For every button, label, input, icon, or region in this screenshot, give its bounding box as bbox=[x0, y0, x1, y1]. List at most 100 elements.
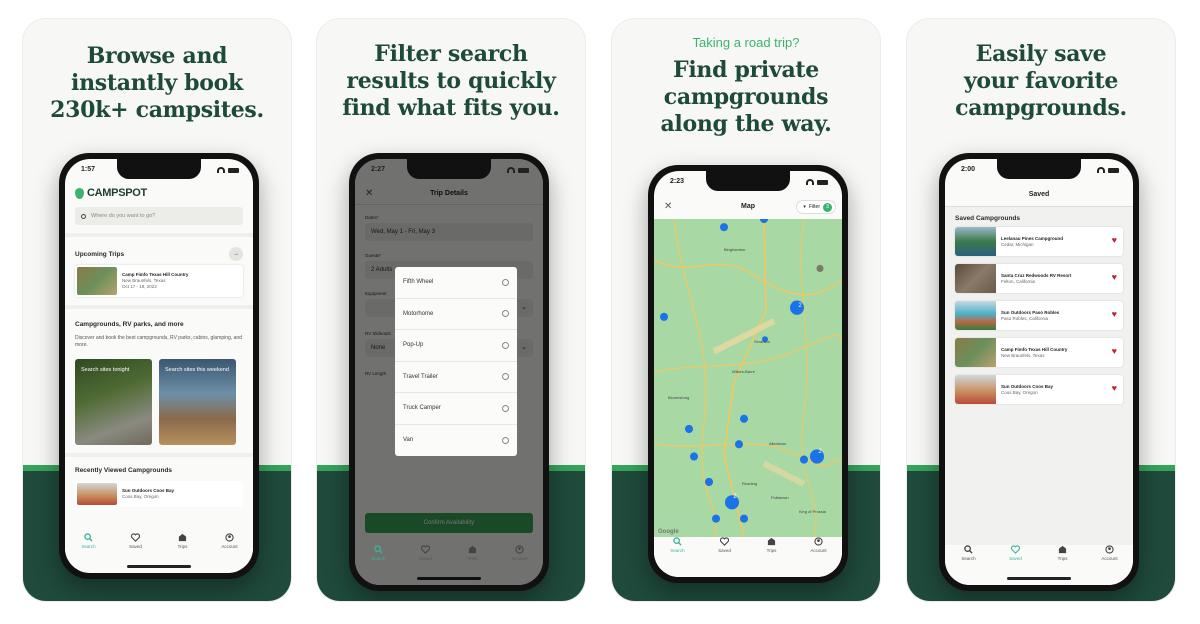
phone-screen: 2:27 ✕ Trip Details Dates* Wed, May 1 - … bbox=[355, 159, 543, 585]
screen-title: Map bbox=[741, 203, 755, 210]
map-label: Bloomsburg bbox=[668, 395, 690, 400]
search-icon bbox=[374, 545, 383, 554]
headline-line: instantly book bbox=[71, 70, 243, 96]
map-view[interactable]: 2 2 2 Binghamton Scranton Wilkes-Barre B… bbox=[654, 219, 842, 537]
status-time: 2:00 bbox=[961, 166, 976, 173]
screenshot-card-browse: Browse and instantly book 230k+ campsite… bbox=[22, 18, 292, 602]
tent-icon bbox=[1058, 545, 1067, 554]
account-icon bbox=[515, 545, 524, 554]
tab-saved[interactable]: Saved bbox=[406, 545, 446, 571]
tab-search[interactable]: Search bbox=[69, 533, 109, 559]
option-van[interactable]: Van bbox=[395, 425, 517, 457]
section-description: Discover and book the best campgrounds, … bbox=[75, 335, 242, 348]
tab-account[interactable]: Account bbox=[1090, 545, 1130, 571]
search-icon bbox=[84, 533, 93, 542]
tab-label: Trips bbox=[766, 548, 777, 553]
tab-label: Trips bbox=[467, 556, 478, 561]
screenshot-card-map: Taking a road trip? Find private campgro… bbox=[611, 18, 881, 602]
recently-viewed-title: Recently Viewed Campgrounds bbox=[75, 467, 173, 474]
saved-campground-card[interactable]: Camp Fimfo Texas Hill Country New Braunfe… bbox=[955, 338, 1123, 367]
heart-filled-icon[interactable]: ♥ bbox=[1112, 273, 1117, 282]
tab-trips[interactable]: Trips bbox=[453, 545, 493, 571]
heart-filled-icon[interactable]: ♥ bbox=[1112, 347, 1117, 356]
saved-section-title: Saved Campgrounds bbox=[955, 215, 1021, 222]
phone-mockup: 1:57 CAMPSPOT Where do you want to go? U… bbox=[59, 153, 259, 579]
saved-campground-card[interactable]: Sun Outdoors Paso Robles Paso Robles, Cal… bbox=[955, 301, 1123, 330]
option-fifth-wheel[interactable]: Fifth Wheel bbox=[395, 267, 517, 299]
map-label: Scranton bbox=[754, 339, 771, 344]
status-time: 1:57 bbox=[81, 166, 96, 173]
tab-saved[interactable]: Saved bbox=[705, 537, 745, 563]
headline-line: Browse and bbox=[86, 43, 228, 69]
tab-label: Account bbox=[511, 556, 528, 561]
tab-saved[interactable]: Saved bbox=[996, 545, 1036, 571]
search-icon bbox=[964, 545, 973, 554]
saved-campground-card[interactable]: Santa Cruz Redwoods RV Resort Felton, Cal… bbox=[955, 264, 1123, 293]
tab-search[interactable]: Search bbox=[949, 545, 989, 571]
upcoming-trip-card[interactable]: Camp Fimfo Texas Hill Country New Braunf… bbox=[75, 265, 243, 297]
promo-search-tonight[interactable]: Search sites tonight bbox=[75, 359, 152, 445]
headline: Browse and instantly book 230k+ campsite… bbox=[23, 43, 291, 124]
headline-line: Easily save bbox=[975, 41, 1107, 67]
option-motorhome[interactable]: Motorhome bbox=[395, 299, 517, 330]
battery-icon bbox=[228, 167, 239, 173]
option-pop-up[interactable]: Pop-Up bbox=[395, 330, 517, 362]
filter-button[interactable]: ▾ Filter 3 bbox=[796, 200, 836, 214]
search-icon bbox=[673, 537, 682, 546]
map-label: Binghamton bbox=[724, 247, 746, 252]
saved-campground-card[interactable]: Leelanau Pines Campground Cedar, Michigan… bbox=[955, 227, 1123, 256]
tab-label: Account bbox=[1101, 556, 1118, 561]
promo-label: Search sites tonight bbox=[81, 367, 130, 373]
tent-icon bbox=[468, 545, 477, 554]
option-label: Pop-Up bbox=[403, 342, 424, 349]
radio-icon bbox=[502, 278, 509, 286]
map-label: Allentown bbox=[769, 441, 787, 446]
upcoming-trips-arrow-button[interactable]: → bbox=[229, 247, 243, 261]
promo-label: Search sites this weekend bbox=[165, 367, 229, 373]
battery-icon bbox=[1108, 167, 1119, 173]
campground-thumbnail bbox=[955, 227, 996, 256]
screen-title: Saved bbox=[945, 183, 1133, 207]
battery-icon bbox=[518, 167, 529, 173]
trip-dates: Oct 17 - 19, 2023 bbox=[122, 284, 157, 289]
cluster-count[interactable]: 2 bbox=[816, 449, 824, 455]
trip-location: New Braunfels, Texas bbox=[122, 278, 166, 283]
heart-filled-icon[interactable]: ♥ bbox=[1112, 384, 1117, 393]
campground-thumbnail bbox=[955, 338, 996, 367]
heart-filled-icon[interactable]: ♥ bbox=[1112, 236, 1117, 245]
tab-label: Saved bbox=[419, 556, 432, 561]
tab-account[interactable]: Account bbox=[500, 545, 540, 571]
recent-campground-card[interactable]: Sun Outdoors Coos Bay Coos Bay, Oregon bbox=[75, 481, 243, 507]
campground-location: Cedar, Michigan bbox=[1001, 241, 1034, 247]
tab-trips[interactable]: Trips bbox=[163, 533, 203, 559]
cluster-count[interactable]: 2 bbox=[796, 303, 804, 309]
promo-search-weekend[interactable]: Search sites this weekend bbox=[159, 359, 236, 445]
radio-icon bbox=[502, 404, 509, 412]
heart-outline-icon bbox=[421, 545, 430, 554]
heart-filled-icon[interactable]: ♥ bbox=[1112, 310, 1117, 319]
search-input[interactable]: Where do you want to go? bbox=[75, 207, 243, 225]
wifi-icon bbox=[217, 167, 225, 173]
map-header: ✕ Map ▾ Filter 3 bbox=[654, 195, 842, 219]
headline: Easily save your favorite campgrounds. bbox=[907, 41, 1175, 122]
tab-account[interactable]: Account bbox=[210, 533, 250, 559]
status-time: 2:23 bbox=[670, 178, 685, 185]
search-placeholder: Where do you want to go? bbox=[91, 213, 156, 219]
option-truck-camper[interactable]: Truck Camper bbox=[395, 393, 517, 425]
tab-account[interactable]: Account bbox=[799, 537, 839, 563]
tent-icon bbox=[767, 537, 776, 546]
tab-search[interactable]: Search bbox=[359, 545, 399, 571]
option-travel-trailer[interactable]: Travel Trailer bbox=[395, 362, 517, 393]
cluster-count[interactable]: 2 bbox=[731, 494, 739, 500]
tab-saved[interactable]: Saved bbox=[116, 533, 156, 559]
saved-campground-card[interactable]: Sun Outdoors Coos Bay Coos Bay, Oregon ♥ bbox=[955, 375, 1123, 404]
tab-label: Search bbox=[670, 548, 685, 553]
close-icon[interactable]: ✕ bbox=[664, 195, 672, 219]
divider bbox=[65, 233, 253, 237]
phone-screen: 1:57 CAMPSPOT Where do you want to go? U… bbox=[65, 159, 253, 573]
home-indicator bbox=[1007, 577, 1071, 580]
tab-trips[interactable]: Trips bbox=[1043, 545, 1083, 571]
tab-search[interactable]: Search bbox=[658, 537, 698, 563]
notch bbox=[706, 171, 790, 191]
tab-trips[interactable]: Trips bbox=[752, 537, 792, 563]
